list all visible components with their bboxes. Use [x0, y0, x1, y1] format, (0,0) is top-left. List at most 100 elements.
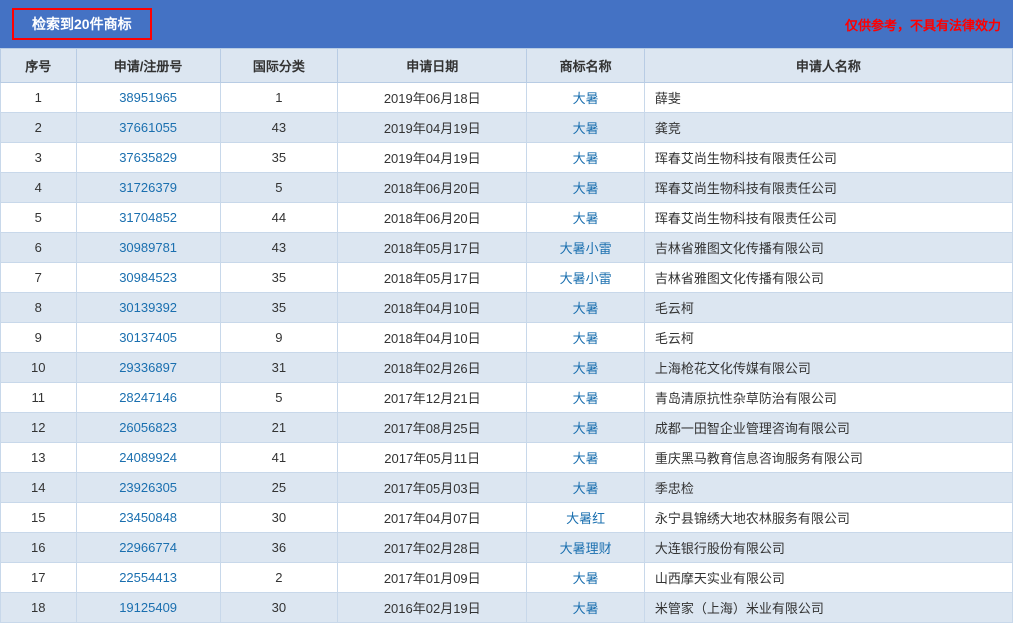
- cell-date: 2017年05月03日: [338, 473, 527, 503]
- cell-applicant: 上海枪花文化传媒有限公司: [644, 353, 1012, 383]
- cell-applicant: 珲春艾尚生物科技有限责任公司: [644, 203, 1012, 233]
- cell-reg-no[interactable]: 19125409: [76, 593, 220, 623]
- cell-applicant: 珲春艾尚生物科技有限责任公司: [644, 173, 1012, 203]
- cell-trademark-name[interactable]: 大暑小雷: [527, 233, 644, 263]
- cell-class: 21: [220, 413, 337, 443]
- cell-reg-no[interactable]: 37635829: [76, 143, 220, 173]
- cell-index: 13: [1, 443, 77, 473]
- cell-trademark-name[interactable]: 大暑小雷: [527, 263, 644, 293]
- cell-reg-no[interactable]: 24089924: [76, 443, 220, 473]
- cell-class: 1: [220, 83, 337, 113]
- cell-trademark-name[interactable]: 大暑: [527, 353, 644, 383]
- table-row: 1423926305252017年05月03日大暑季忠检: [1, 473, 1013, 503]
- cell-reg-no[interactable]: 31704852: [76, 203, 220, 233]
- cell-date: 2016年02月19日: [338, 593, 527, 623]
- cell-trademark-name[interactable]: 大暑: [527, 323, 644, 353]
- cell-trademark-name[interactable]: 大暑: [527, 293, 644, 323]
- cell-reg-no[interactable]: 22966774: [76, 533, 220, 563]
- cell-date: 2018年04月10日: [338, 293, 527, 323]
- cell-applicant: 毛云柯: [644, 293, 1012, 323]
- cell-date: 2019年04月19日: [338, 143, 527, 173]
- cell-reg-no[interactable]: 30989781: [76, 233, 220, 263]
- cell-trademark-name[interactable]: 大暑: [527, 203, 644, 233]
- cell-trademark-name[interactable]: 大暑: [527, 593, 644, 623]
- cell-reg-no[interactable]: 23450848: [76, 503, 220, 533]
- cell-class: 36: [220, 533, 337, 563]
- cell-applicant: 永宁县锦绣大地农林服务有限公司: [644, 503, 1012, 533]
- cell-index: 8: [1, 293, 77, 323]
- cell-date: 2017年04月07日: [338, 503, 527, 533]
- cell-reg-no[interactable]: 30137405: [76, 323, 220, 353]
- cell-class: 25: [220, 473, 337, 503]
- cell-index: 15: [1, 503, 77, 533]
- cell-reg-no[interactable]: 22554413: [76, 563, 220, 593]
- col-header-class: 国际分类: [220, 49, 337, 83]
- table-row: 830139392352018年04月10日大暑毛云柯: [1, 293, 1013, 323]
- table-row: 237661055432019年04月19日大暑龚竞: [1, 113, 1013, 143]
- cell-class: 41: [220, 443, 337, 473]
- cell-date: 2017年02月28日: [338, 533, 527, 563]
- cell-applicant: 米管家（上海）米业有限公司: [644, 593, 1012, 623]
- cell-reg-no[interactable]: 26056823: [76, 413, 220, 443]
- table-row: 13895196512019年06月18日大暑薛斐: [1, 83, 1013, 113]
- table-row: 112824714652017年12月21日大暑青岛清原抗性杂草防治有限公司: [1, 383, 1013, 413]
- table-row: 1226056823212017年08月25日大暑成都一田智企业管理咨询有限公司: [1, 413, 1013, 443]
- cell-applicant: 珲春艾尚生物科技有限责任公司: [644, 143, 1012, 173]
- cell-trademark-name[interactable]: 大暑: [527, 113, 644, 143]
- cell-class: 30: [220, 503, 337, 533]
- table-row: 43172637952018年06月20日大暑珲春艾尚生物科技有限责任公司: [1, 173, 1013, 203]
- cell-index: 18: [1, 593, 77, 623]
- cell-trademark-name[interactable]: 大暑: [527, 173, 644, 203]
- cell-trademark-name[interactable]: 大暑: [527, 83, 644, 113]
- results-table-container: 序号 申请/注册号 国际分类 申请日期 商标名称 申请人名称 138951965…: [0, 48, 1013, 623]
- cell-reg-no[interactable]: 30139392: [76, 293, 220, 323]
- cell-reg-no[interactable]: 37661055: [76, 113, 220, 143]
- cell-index: 10: [1, 353, 77, 383]
- cell-applicant: 毛云柯: [644, 323, 1012, 353]
- cell-trademark-name[interactable]: 大暑红: [527, 503, 644, 533]
- cell-applicant: 薛斐: [644, 83, 1012, 113]
- cell-class: 35: [220, 143, 337, 173]
- cell-trademark-name[interactable]: 大暑: [527, 383, 644, 413]
- cell-reg-no[interactable]: 29336897: [76, 353, 220, 383]
- cell-trademark-name[interactable]: 大暑: [527, 473, 644, 503]
- cell-reg-no[interactable]: 23926305: [76, 473, 220, 503]
- cell-index: 12: [1, 413, 77, 443]
- table-header-row: 序号 申请/注册号 国际分类 申请日期 商标名称 申请人名称: [1, 49, 1013, 83]
- cell-applicant: 成都一田智企业管理咨询有限公司: [644, 413, 1012, 443]
- cell-class: 2: [220, 563, 337, 593]
- cell-date: 2017年01月09日: [338, 563, 527, 593]
- cell-trademark-name[interactable]: 大暑: [527, 563, 644, 593]
- cell-applicant: 吉林省雅图文化传播有限公司: [644, 263, 1012, 293]
- cell-reg-no[interactable]: 28247146: [76, 383, 220, 413]
- cell-date: 2018年06月20日: [338, 203, 527, 233]
- cell-trademark-name[interactable]: 大暑: [527, 143, 644, 173]
- disclaimer-text: 仅供参考，不具有法律效力: [845, 15, 1001, 34]
- cell-date: 2018年05月17日: [338, 233, 527, 263]
- cell-date: 2017年08月25日: [338, 413, 527, 443]
- col-header-index: 序号: [1, 49, 77, 83]
- cell-reg-no[interactable]: 31726379: [76, 173, 220, 203]
- cell-date: 2018年06月20日: [338, 173, 527, 203]
- cell-applicant: 吉林省雅图文化传播有限公司: [644, 233, 1012, 263]
- cell-class: 31: [220, 353, 337, 383]
- cell-index: 16: [1, 533, 77, 563]
- cell-reg-no[interactable]: 30984523: [76, 263, 220, 293]
- cell-index: 17: [1, 563, 77, 593]
- cell-index: 1: [1, 83, 77, 113]
- cell-trademark-name[interactable]: 大暑: [527, 443, 644, 473]
- cell-trademark-name[interactable]: 大暑: [527, 413, 644, 443]
- cell-date: 2018年02月26日: [338, 353, 527, 383]
- cell-index: 14: [1, 473, 77, 503]
- top-bar: 检索到20件商标 仅供参考，不具有法律效力: [0, 0, 1013, 48]
- cell-applicant: 重庆黑马教育信息咨询服务有限公司: [644, 443, 1012, 473]
- cell-applicant: 大连银行股份有限公司: [644, 533, 1012, 563]
- cell-class: 5: [220, 173, 337, 203]
- cell-trademark-name[interactable]: 大暑理财: [527, 533, 644, 563]
- cell-index: 3: [1, 143, 77, 173]
- cell-class: 9: [220, 323, 337, 353]
- cell-reg-no[interactable]: 38951965: [76, 83, 220, 113]
- cell-date: 2018年04月10日: [338, 323, 527, 353]
- cell-index: 4: [1, 173, 77, 203]
- cell-class: 44: [220, 203, 337, 233]
